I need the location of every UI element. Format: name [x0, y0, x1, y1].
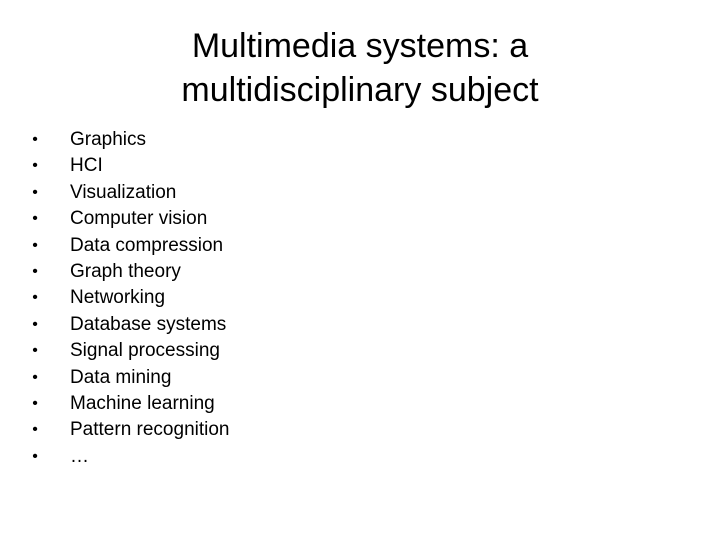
list-item-text: Database systems: [70, 313, 227, 335]
list-item-text: Visualization: [70, 181, 177, 203]
bullet-icon: •: [32, 394, 38, 412]
list-item-text: Graph theory: [70, 260, 181, 282]
list-item: •…: [28, 444, 230, 470]
title-line-2: multidisciplinary subject: [181, 71, 539, 109]
list-item: • Machine learning: [28, 391, 230, 417]
list-item-text: Data compression: [70, 234, 224, 256]
list-item-text: Graphics: [70, 129, 147, 150]
list-item: • Pattern recognition: [28, 417, 230, 443]
list-item: • Signal processing: [28, 338, 230, 364]
bullet-icon: •: [32, 368, 38, 386]
bullet-icon: •: [32, 447, 38, 465]
title-line-1: Multimedia systems: a: [191, 27, 529, 65]
bullet-icon: •: [32, 342, 38, 360]
list-item: • Visualization: [28, 180, 230, 206]
list-item: • Data compression: [28, 233, 230, 259]
bullet-icon: •: [32, 157, 38, 175]
list-item-text: HCI: [70, 155, 103, 177]
list-item: • Graphics: [28, 127, 230, 153]
bullet-icon: •: [32, 131, 38, 148]
bullet-icon: •: [32, 262, 38, 280]
list-item: • Database systems: [28, 312, 230, 338]
bullet-list: • Graphics • HCI • Visualization • Computer …: [28, 127, 230, 470]
list-item-text: Signal processing: [70, 340, 220, 362]
bullet-icon: •: [32, 289, 38, 307]
bullet-icon: •: [32, 421, 38, 439]
list-item-text: …: [70, 445, 89, 467]
list-item-text: Machine learning: [70, 392, 215, 414]
list-item-text: Networking: [70, 287, 166, 309]
bullet-icon: •: [32, 236, 38, 254]
slide-title: Multimedia systems: a multidisciplinary …: [120, 24, 600, 112]
slide: Multimedia systems: a multidisciplinary …: [0, 0, 720, 540]
list-item: • Data mining: [28, 365, 230, 391]
list-item: • Graph theory: [28, 259, 230, 285]
list-item: • HCI: [28, 153, 230, 179]
list-item-text: Data mining: [70, 366, 172, 388]
list-item: • Computer vision: [28, 206, 230, 232]
list-item: • Networking: [28, 285, 230, 311]
list-item-text: Computer vision: [70, 208, 208, 230]
bullet-icon: •: [32, 183, 38, 201]
bullet-icon: •: [32, 315, 38, 333]
bullet-icon: •: [32, 210, 38, 228]
list-item-text: Pattern recognition: [70, 419, 230, 441]
